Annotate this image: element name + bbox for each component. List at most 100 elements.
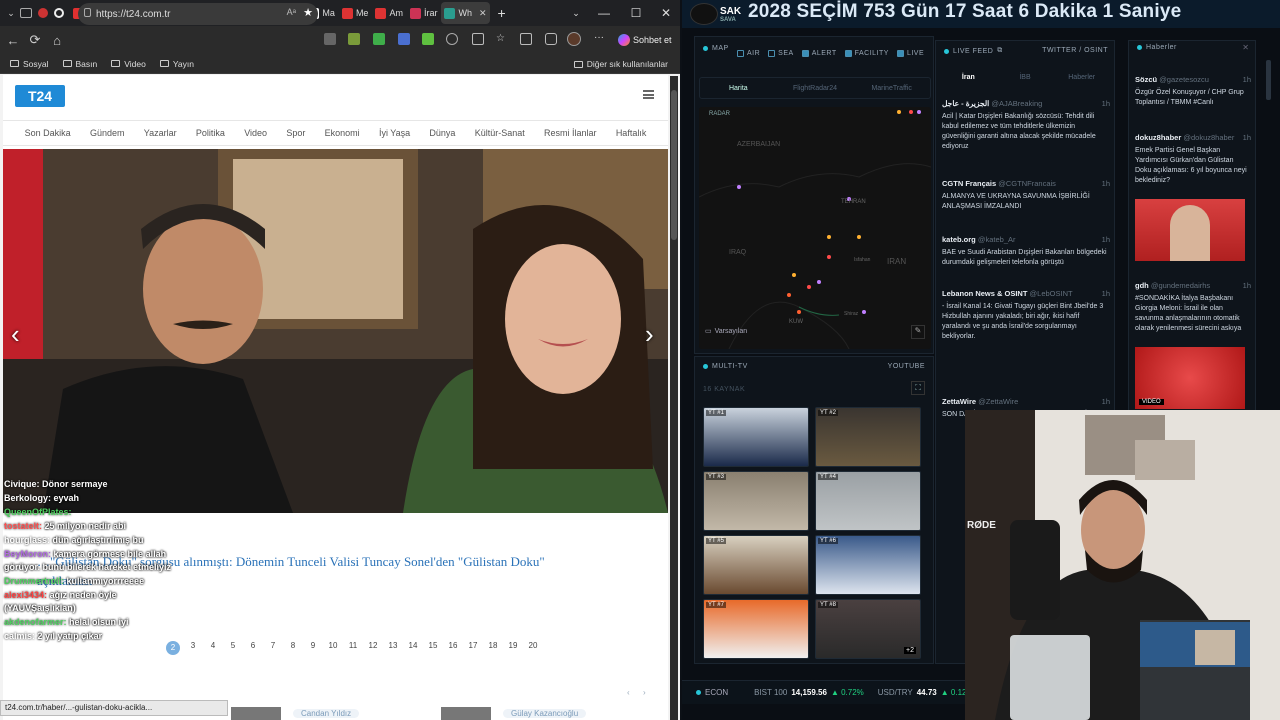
feed-item[interactable]: kateb.org @kateb_Ar 1h BAE ve Suudi Arabis… [942,235,1110,268]
close-tab-icon[interactable]: ✕ [479,8,487,19]
page-link[interactable]: 7 [263,641,283,655]
nav-link[interactable]: Politika [196,128,225,138]
minimize-button[interactable]: — [588,0,620,26]
page-link[interactable]: 10 [323,641,343,655]
page-link[interactable]: 16 [443,641,463,655]
nav-link[interactable]: Haftalık [616,128,647,138]
edit-pencil-icon[interactable]: ✎ [911,325,925,339]
bookmark-folder[interactable]: Video [111,59,146,69]
nav-link[interactable]: Video [244,128,267,138]
pinned-tab-icon[interactable] [54,8,64,18]
author-tag[interactable]: Candan Yıldız [293,709,360,718]
back-icon[interactable]: ← [2,29,24,51]
nav-link[interactable]: Dünya [429,128,455,138]
slider-prev-icon[interactable]: ‹ [627,688,630,697]
haber-item[interactable]: Sözcü @gazetesozcu 1h Özgür Özel Konuşuyor… [1135,75,1251,108]
refresh-icon[interactable]: ⟳ [24,29,46,51]
page-link[interactable]: 5 [223,641,243,655]
slider-next-icon[interactable]: › [643,688,646,697]
map-tab[interactable]: Harita [700,85,777,92]
extension-icon[interactable] [324,33,336,45]
page-link[interactable]: 8 [283,641,303,655]
extension-icon[interactable] [422,33,434,45]
page-link[interactable]: 15 [423,641,443,655]
nav-link[interactable]: Yazarlar [144,128,177,138]
tv-tile[interactable]: YT #6 [815,535,921,595]
tv-tile[interactable]: YT #3 [703,471,809,531]
dashboard-scrollbar[interactable] [1266,60,1271,100]
page-link[interactable]: 14 [403,641,423,655]
map-filter-checkbox[interactable]: LIVE [896,50,924,57]
page-link[interactable]: 9 [303,641,323,655]
browser-tab[interactable]: Me [339,2,372,24]
site-logo[interactable]: T24 [15,85,65,107]
other-bookmarks[interactable]: Diğer sık kullanılanlar [573,54,668,74]
url-input[interactable]: https://t24.com.tr Aᵃ ★ [78,3,318,25]
feed-tab[interactable]: İran [940,74,997,81]
haber-image[interactable] [1135,199,1245,261]
tv-tile[interactable]: YT #5 [703,535,809,595]
read-aloud-icon[interactable]: Aᵃ [287,7,296,17]
favorites-icon[interactable]: ☆ [496,33,508,45]
browser-tab[interactable]: Wh ✕ [441,2,490,24]
nav-link[interactable]: İyi Yaşa [379,128,410,138]
nav-link[interactable]: Spor [286,128,305,138]
performance-icon[interactable] [545,33,557,45]
browser-tab[interactable]: İrar [407,2,441,24]
page-link[interactable]: 20 [523,641,543,655]
hero-image[interactable]: ‹ › [3,149,668,513]
map-preset-button[interactable]: ▭ Varsayılan [705,327,747,336]
feed-item[interactable]: Lebanon News & OSINT @LebOSINT 1h - İsrail… [942,289,1110,342]
econ-item[interactable]: BIST 100 14,159.56 ▲ 0.72% [754,688,864,697]
tab-list-icon[interactable]: ⌄ [4,8,18,19]
extension-icon[interactable] [446,33,458,45]
tv-tile[interactable]: YT #1 [703,407,809,467]
pinned-tab-icon[interactable] [38,8,48,18]
page-link[interactable]: 12 [363,641,383,655]
nav-link[interactable]: Resmi İlanlar [544,128,597,138]
bottom-thumb[interactable] [231,707,281,720]
econ-item[interactable]: USD/TRY 44.73 ▲ 0.12% [878,688,974,697]
map-filter-checkbox[interactable]: FACILITY [844,50,889,57]
bookmark-folder[interactable]: Yayın [159,59,194,69]
carousel-prev-icon[interactable]: ‹ [11,319,20,350]
feed-item[interactable]: الجزيرة - عاجل @AJABreaking 1h Acil | Kata… [942,99,1110,152]
page-link[interactable]: 17 [463,641,483,655]
new-tab-button[interactable]: + [498,5,506,21]
fullscreen-icon[interactable]: ⛶ [911,381,925,395]
page-link[interactable]: 4 [203,641,223,655]
page-link[interactable]: 18 [483,641,503,655]
tv-tile[interactable]: YT #2 [815,407,921,467]
haber-item[interactable]: gdh @gundemedairhs 1h #SONDAKİKA İtalya Ba… [1135,281,1251,334]
feed-tab[interactable]: İBB [997,74,1054,81]
split-screen-icon[interactable] [472,33,484,45]
map-tab[interactable]: FlightRadar24 [777,85,854,92]
feed-item[interactable]: CGTN Français @CGTNFrancais 1h ALMANYA VE … [942,179,1110,212]
profile-avatar[interactable] [567,32,581,46]
tv-tile[interactable]: YT #4 [815,471,921,531]
feed-tab[interactable]: Haberler [1053,74,1110,81]
page-link[interactable]: 11 [343,641,363,655]
page-link[interactable]: 13 [383,641,403,655]
nav-link[interactable]: Gündem [90,128,125,138]
favorite-star-icon[interactable]: ★ [303,6,313,19]
tv-tile[interactable]: YT #8 +2 [815,599,921,659]
map-filter-checkbox[interactable]: AIR [737,50,760,57]
carousel-next-icon[interactable]: › [645,319,654,350]
map-filter-checkbox[interactable]: ALERT [801,50,837,57]
bookmark-folder[interactable]: Sosyal [10,59,49,69]
hamburger-menu-icon[interactable] [643,90,654,99]
page-link[interactable]: 6 [243,641,263,655]
close-button[interactable]: ✕ [650,0,680,26]
map-filter-checkbox[interactable]: SEA [768,50,794,57]
collapse-icon[interactable]: ⌄ [560,0,592,26]
popout-icon[interactable]: ⧉ [997,47,1003,55]
panel-close-icon[interactable]: ✕ [1242,43,1249,52]
extension-icon[interactable] [373,33,385,45]
extension-icon[interactable] [348,33,360,45]
author-tag[interactable]: Gülay Kazancıoğlu [503,709,587,718]
tv-tile[interactable]: YT #7 [703,599,809,659]
collections-icon[interactable] [520,33,532,45]
copilot-chat-button[interactable]: Sohbet et [612,31,678,49]
bookmark-folder[interactable]: Basın [62,59,97,69]
